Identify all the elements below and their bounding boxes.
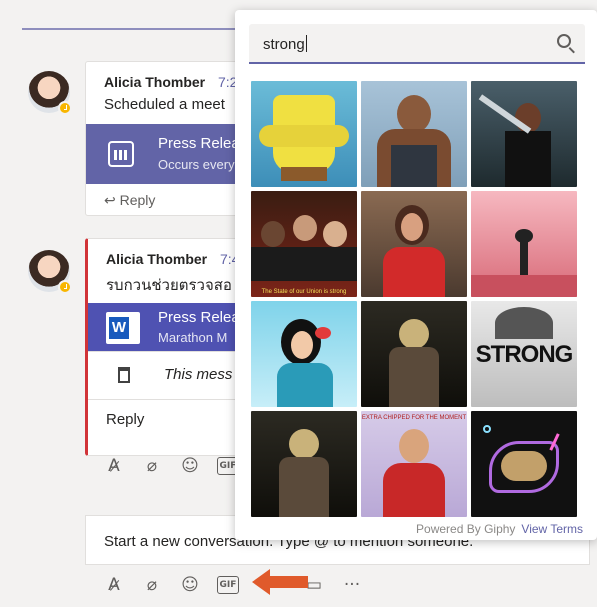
gif-search-input[interactable]: strong bbox=[249, 24, 585, 64]
gif-tile[interactable] bbox=[361, 301, 467, 407]
meeting-card[interactable]: Press Relea Occurs every bbox=[86, 124, 254, 184]
text-caret bbox=[305, 35, 307, 52]
gif-grid: The State of our Union is strong STRONG bbox=[251, 81, 577, 517]
search-icon[interactable] bbox=[557, 34, 571, 48]
message-card: Alicia Thomber 7:4 รบกวนช่วยตรวจสอ W Pre… bbox=[85, 238, 255, 456]
gif-tile[interactable]: STRONG bbox=[471, 301, 577, 407]
calendar-icon bbox=[108, 141, 134, 167]
attach-icon[interactable]: ⌀ bbox=[133, 573, 171, 597]
gif-picker: strong The State of our Union is strong bbox=[235, 10, 597, 540]
top-divider bbox=[22, 28, 242, 30]
format-icon[interactable]: A̷ bbox=[95, 454, 133, 478]
reply-arrow-icon: ↩ bbox=[104, 192, 116, 208]
gif-tile[interactable]: EXTRA CHIPPED FOR THE MOMENT bbox=[361, 411, 467, 517]
file-subtitle: Marathon M bbox=[158, 330, 228, 345]
compose-toolbar: A̷ ⌀ ☺ GIF ▭ ··· bbox=[95, 573, 371, 597]
presence-away-icon bbox=[58, 280, 72, 294]
gif-tile[interactable]: The State of our Union is strong bbox=[251, 191, 357, 297]
powered-by-giphy: Powered By Giphy bbox=[416, 522, 516, 536]
message-sender: Alicia Thomber bbox=[106, 251, 208, 267]
reply-button[interactable]: ↩ Reply bbox=[104, 192, 155, 209]
gif-tile[interactable] bbox=[361, 81, 467, 187]
meeting-title: Press Relea bbox=[158, 135, 240, 152]
more-options-icon[interactable]: ··· bbox=[333, 573, 371, 597]
message-text: Scheduled a meet bbox=[104, 96, 225, 113]
arrow-annotation-icon bbox=[252, 569, 308, 595]
gif-caption: STRONG bbox=[475, 341, 574, 368]
gif-tile[interactable] bbox=[251, 411, 357, 517]
word-file-icon: W bbox=[106, 312, 140, 344]
reply-button[interactable]: Reply bbox=[106, 411, 144, 428]
emoji-icon[interactable]: ☺ bbox=[171, 454, 209, 478]
file-card[interactable]: W Press Relea Marathon M bbox=[88, 303, 254, 351]
attach-icon[interactable]: ⌀ bbox=[133, 454, 171, 478]
trash-icon bbox=[118, 367, 130, 383]
message-sender: Alicia Thomber bbox=[104, 74, 206, 90]
gif-tile[interactable] bbox=[251, 81, 357, 187]
gif-caption: EXTRA CHIPPED FOR THE MOMENT bbox=[361, 415, 467, 421]
gif-picker-footer: Powered By Giphy View Terms bbox=[416, 522, 583, 536]
presence-away-icon bbox=[58, 101, 72, 115]
gif-button[interactable]: GIF bbox=[217, 576, 239, 594]
format-icon[interactable]: A̷ bbox=[95, 573, 133, 597]
avatar[interactable] bbox=[28, 71, 72, 115]
gif-tile[interactable] bbox=[471, 81, 577, 187]
gif-tile[interactable] bbox=[361, 191, 467, 297]
gif-tile[interactable] bbox=[251, 301, 357, 407]
view-terms-link[interactable]: View Terms bbox=[521, 522, 583, 536]
gif-search-value: strong bbox=[263, 35, 307, 53]
emoji-icon[interactable]: ☺ bbox=[171, 573, 209, 597]
gif-tile[interactable] bbox=[471, 191, 577, 297]
file-title: Press Relea bbox=[158, 309, 240, 326]
deleted-message: This mess bbox=[88, 351, 254, 399]
gif-caption: The State of our Union is strong bbox=[261, 289, 347, 295]
message-text: รบกวนช่วยตรวจสอ bbox=[106, 277, 232, 294]
reply-label: Reply bbox=[119, 192, 156, 208]
avatar[interactable] bbox=[28, 250, 72, 294]
deleted-text: This mess bbox=[164, 366, 233, 383]
gif-tile[interactable] bbox=[471, 411, 577, 517]
divider bbox=[88, 399, 254, 400]
meeting-recurrence: Occurs every bbox=[158, 157, 235, 172]
reply-toolbar: A̷ ⌀ ☺ GIF bbox=[95, 454, 247, 478]
message-card: Alicia Thomber 7:2 Scheduled a meet Pres… bbox=[85, 61, 255, 216]
reply-label: Reply bbox=[106, 411, 145, 428]
